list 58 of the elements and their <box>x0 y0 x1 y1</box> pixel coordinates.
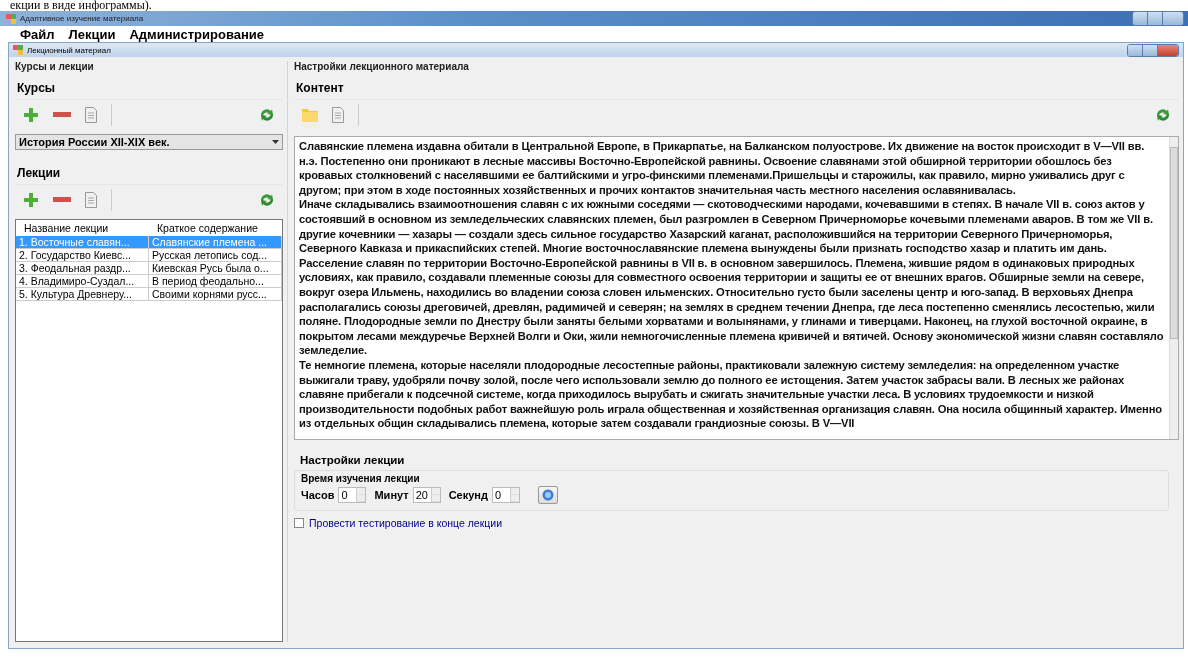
menu-item[interactable]: Администрирование <box>129 27 265 42</box>
table-cell: 1. Восточные славян... <box>16 236 149 249</box>
app-icon <box>6 13 16 24</box>
table-cell: 5. Культура Древнеру... <box>16 288 149 301</box>
plus-icon[interactable] <box>23 192 39 208</box>
list-row[interactable]: 4. Владимиро-Суздал... В период феодально... <box>16 275 282 288</box>
clock-icon <box>542 489 554 501</box>
dropdown-arrow-icon <box>272 140 279 144</box>
paragraph: Те немногие племена, которые населяли плодородные лесостепные районы, практиковали залежную систему земледелия: на определенном участке выжигали траву, удобряли почву золой, после чего использовали землю до полного ее истощения. Затем участок забрасы вали. В лесных же районах славяне прибегали к подсечной системе, когда приходилось вырубать и сжигать значительные участки леса. В условиях трудоемкости и низкой производительности подобных работ важнейшую роль играла общественная и хозяйственная организация славян. Она носила общинный характер. Именно из отдельных общин складывались племена, которые затем создавали грандиозные союзы. В V—VII <box>299 357 1163 431</box>
number-spinner[interactable]: 20 <box>412 487 441 503</box>
refresh-icon[interactable] <box>1155 107 1171 123</box>
window-title: Лекционный материал <box>27 45 111 55</box>
section-heading: Настройки лекции <box>300 454 406 466</box>
list-row[interactable]: 5. Культура Древнеру... Своими корнями русс... <box>16 288 282 301</box>
panel-title: Курсы и лекции <box>15 61 95 74</box>
table-cell: Русская летопись сод... <box>149 249 282 262</box>
plus-icon[interactable] <box>23 107 39 123</box>
number-spinner[interactable]: 0 <box>492 487 520 503</box>
panel-title: Настройки лекционного материала <box>294 61 470 74</box>
table-cell: Киевская Русь была о... <box>149 262 282 275</box>
window-controls[interactable] <box>1132 11 1184 26</box>
table-cell: Своими корнями русс... <box>149 288 282 301</box>
table-cell: 4. Владимиро-Суздал... <box>16 275 149 288</box>
document-text: екции в виде инфограммы). <box>9 0 153 11</box>
refresh-icon[interactable] <box>259 192 275 208</box>
number-spinner[interactable]: 0 <box>338 487 367 503</box>
menu-item[interactable]: Файл <box>20 27 55 42</box>
section-heading: Лекции <box>17 166 62 180</box>
minus-icon[interactable] <box>53 112 71 118</box>
field-label: Секунд <box>448 489 488 501</box>
menu-item[interactable]: Лекции <box>68 27 116 42</box>
app-icon <box>13 45 23 55</box>
content-text-area[interactable] <box>294 136 1179 440</box>
list-row[interactable]: 2. Государство Киевс... Русская летопись сод... <box>16 249 282 262</box>
document-icon[interactable] <box>85 192 97 208</box>
paragraph: Славянские племена издавна обитали в Центральной Европе, в Прикарпатье, на Балканском полуострове. Их движение на восток происходит в V—VII вв. н.э. Постепенно они проникают в лесные массивы Восточно-Европейской равнины. Освоение славянами этой обширной территории обошлось без кровавых столкновений с населявшими ее балтийскими и угро-финскими племенами.Пришельцы и старожилы, как правило, мирно уживались друг с другом; при этом в ходе постоянных хозяйственных и прочих контактов значительная часть местного населения ославянивалась. <box>299 139 1146 198</box>
field-label: Минут <box>374 489 409 501</box>
paragraph: Иначе складывались взаимоотношения славян с их южными соседями — скотоводческими народами, кочевавшими в степях. В начале VII в. союз актов у состоявший в основном из земледельческих славянских племен, был разгромлен в Северном Причерноморье кочевыми племенами аваров. В том же VII в. другие кочевники — хазары — создали здесь сильное государство Хазарский каганат, расположившийся на территории Северного Причерноморья, Северного Кавказа и прикаспийских степей. Многие восточнославянские племена вынуждены были признать господство хазар и платить им дань. Расселение славян по территории Восточно-Европейской равнины в VII в. в основном завершилось. Племена, жившие рядом в одинаковых природных условиях, как правило, создавали племенные союзы для совместного освоения территории и защиты ее от внешних врагов. Обширные земли на севере, вокруг озера Ильмень, находились во владении союза словен ильменских. Относительно густо были заселены центр и юго-запад. В верховьях Днепра располагались союзы дреговичей, древлян, радимичей и северян; на землях в среднем течении Днепра, где леса постепенно сменялись лесостепью, жили поляне. Плодородные земли по Днестру были заняты белыми хорватами и волынянами, у глинами и тиверцами. Наконец, на глухой восточной окраине, в покрытом лесами междуречье Верхней Волги и Оки, жили немногочисленные племена кривичей и вятичей. Основу экономической жизни славян составляло земледелие. <box>299 197 1165 358</box>
field-label: Часов <box>301 489 335 501</box>
window-title: Адаптивное изучение материала <box>20 14 144 23</box>
refresh-icon[interactable] <box>259 107 275 123</box>
checkbox[interactable] <box>294 518 304 528</box>
minus-icon[interactable] <box>53 197 71 203</box>
table-cell: В период феодально... <box>149 275 282 288</box>
section-heading: Контент <box>296 81 345 95</box>
table-cell: 3. Феодальная раздр... <box>16 262 149 275</box>
checkbox-label[interactable]: Провести тестирование в конце лекции <box>309 517 503 529</box>
section-heading: Курсы <box>17 81 57 95</box>
scrollbar[interactable] <box>1169 137 1178 439</box>
window-controls[interactable] <box>1127 43 1179 57</box>
document-icon[interactable] <box>332 107 344 123</box>
clock-button[interactable] <box>538 486 558 504</box>
list-row[interactable]: 3. Феодальная раздр... Киевская Русь была о... <box>16 262 282 275</box>
table-cell: Славянские племена ... <box>149 236 282 249</box>
group-label: Время изучения лекции <box>301 473 421 484</box>
course-dropdown[interactable]: История России XII-XIX век. <box>15 134 283 150</box>
table-cell: 2. Государство Киевс... <box>16 249 149 262</box>
document-icon[interactable] <box>85 107 97 123</box>
